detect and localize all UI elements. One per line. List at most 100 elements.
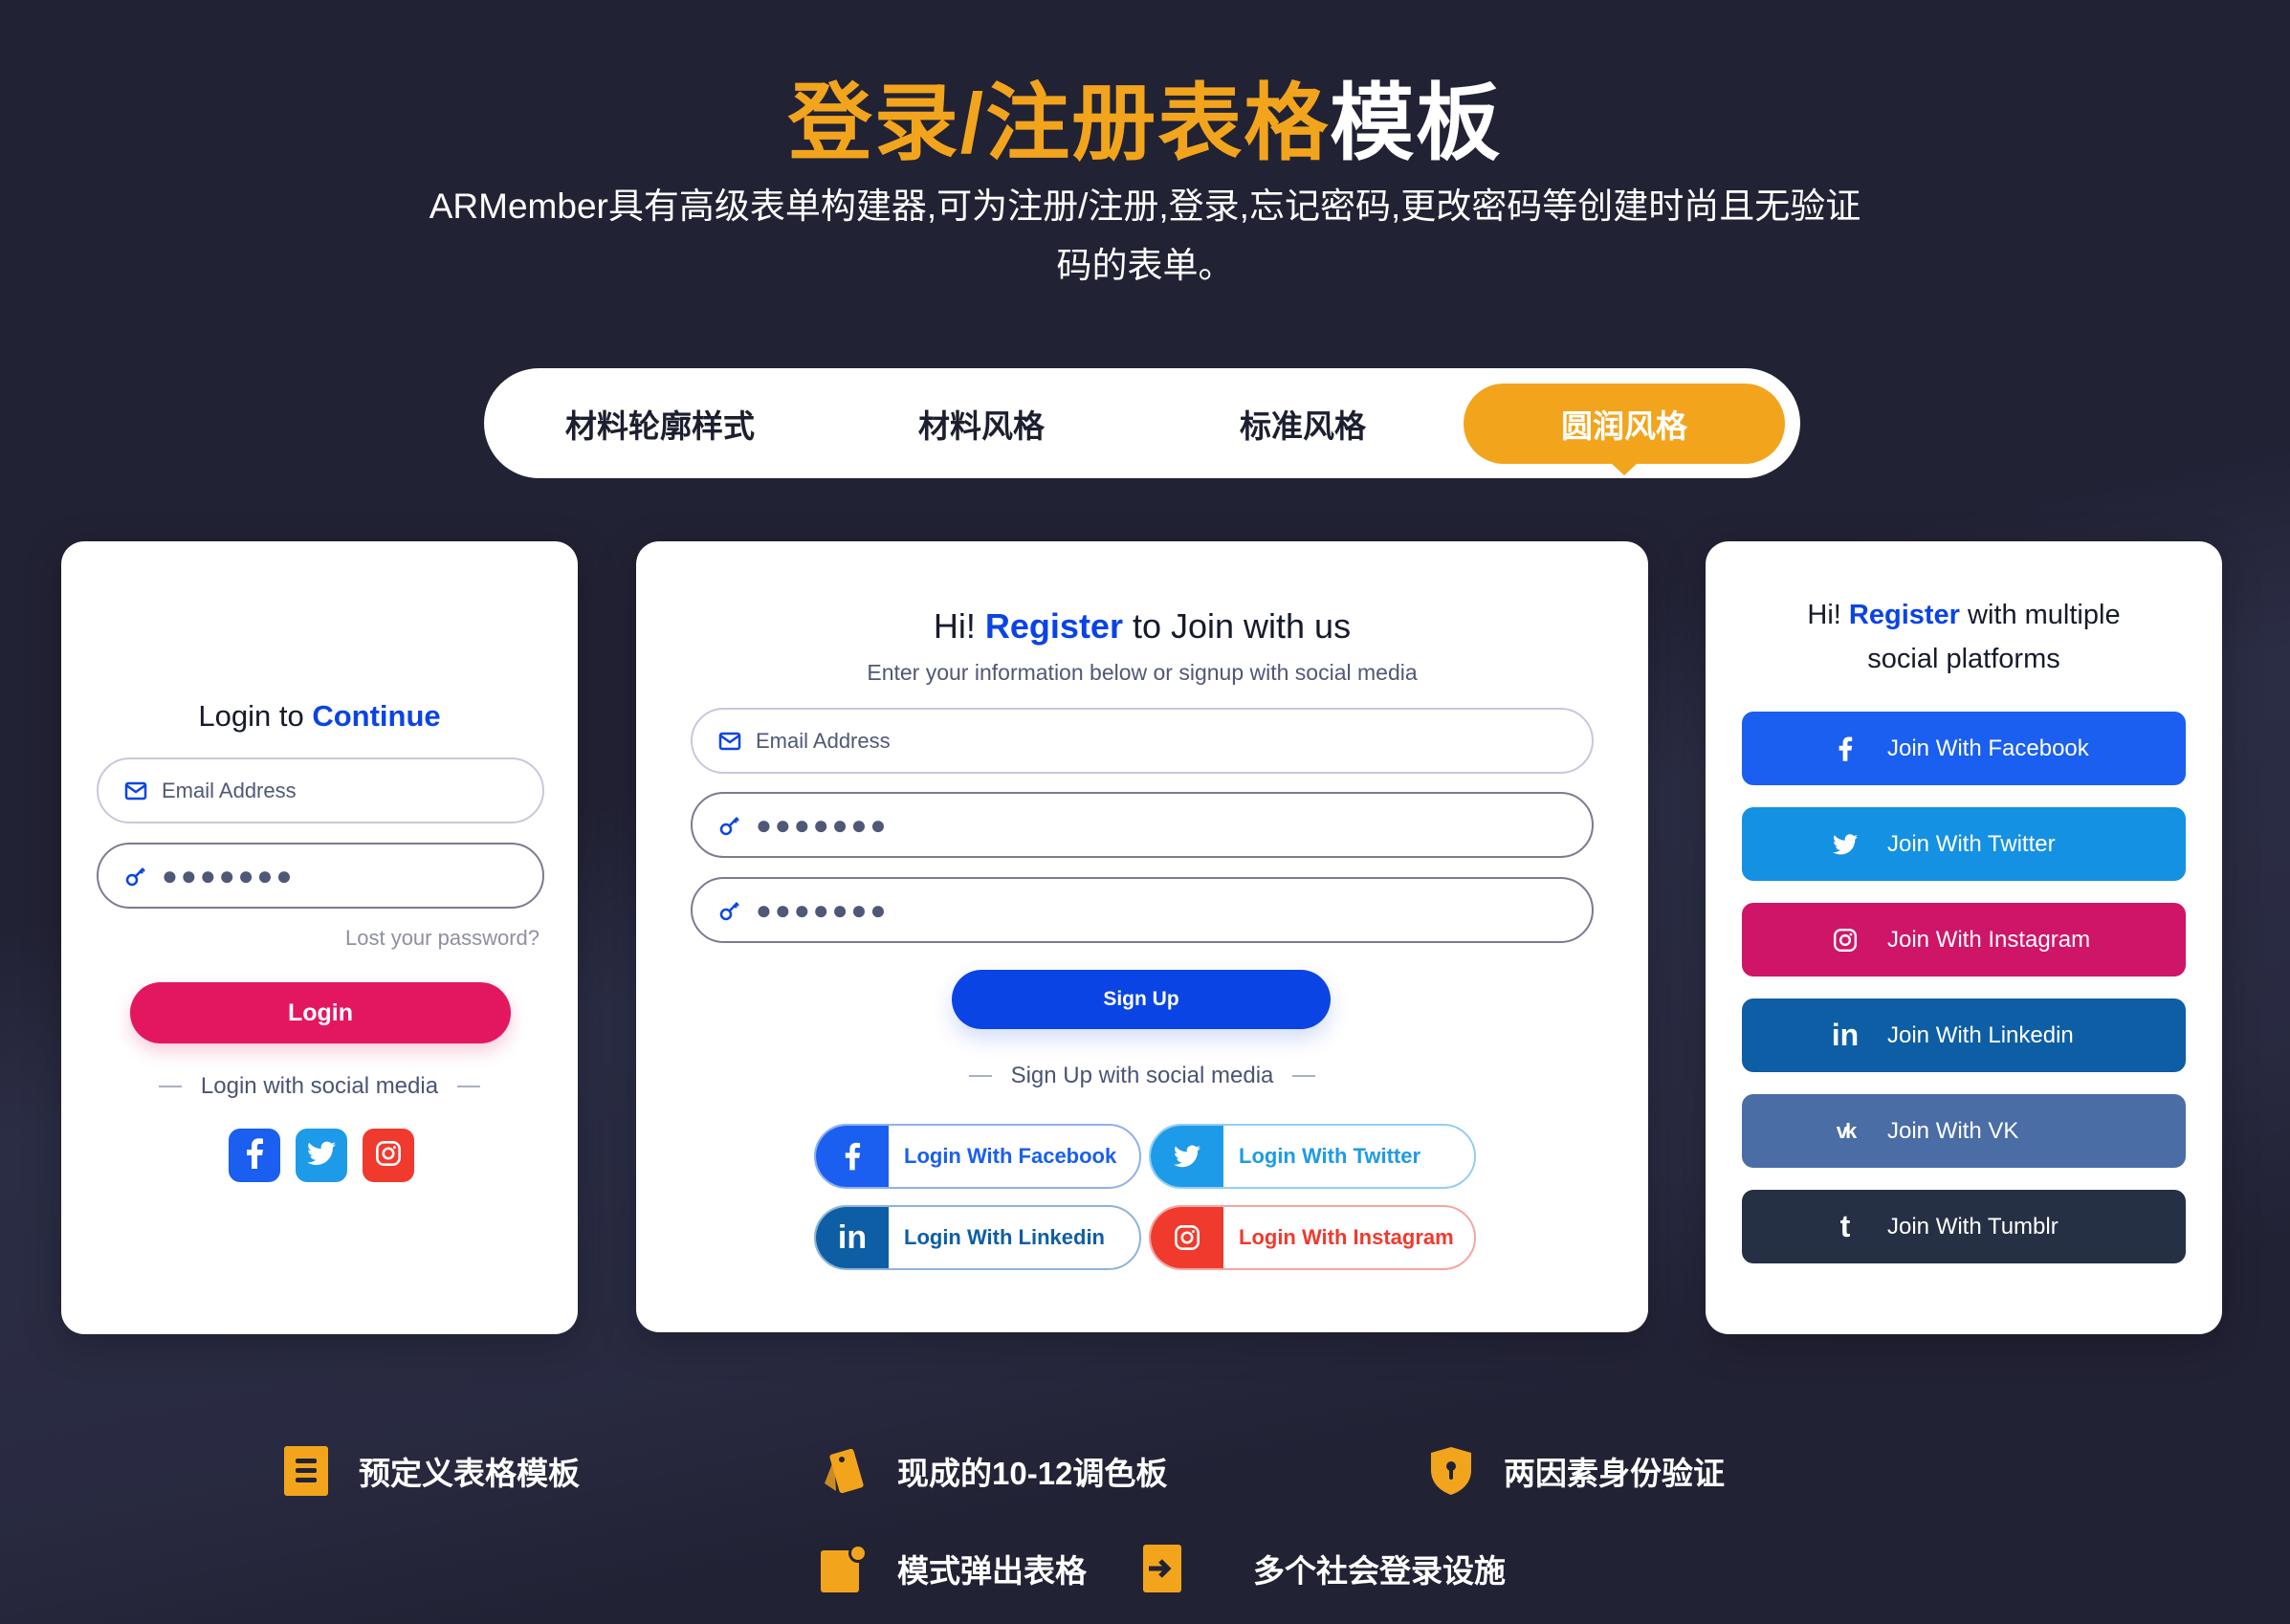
- feature-predefined-templates: 预定义表格模板: [282, 1444, 580, 1498]
- login-with-twitter-button[interactable]: Login With Twitter: [1149, 1124, 1476, 1189]
- facebook-icon: [816, 1126, 889, 1187]
- twitter-icon: [1151, 1126, 1223, 1187]
- linkedin-icon: in: [1831, 1018, 1860, 1052]
- instagram-icon: [1826, 928, 1864, 953]
- login-heading: Login to Continue: [61, 699, 578, 734]
- social-heading-highlight: Register: [1848, 600, 1960, 630]
- login-with-linkedin-button[interactable]: in Login With Linkedin: [814, 1205, 1141, 1270]
- login-with-facebook-label: Login With Facebook: [904, 1144, 1117, 1168]
- join-with-tumblr-button[interactable]: t Join With Tumblr: [1742, 1190, 2186, 1263]
- join-with-instagram-button[interactable]: Join With Instagram: [1742, 903, 2186, 977]
- key-icon: [123, 864, 148, 889]
- facebook-login-button[interactable]: [229, 1129, 280, 1182]
- join-with-facebook-button[interactable]: Join With Facebook: [1742, 712, 2186, 785]
- login-social-divider-text: Login with social media: [200, 1073, 439, 1099]
- feature-label: 多个社会登录设施: [1253, 1553, 1506, 1589]
- divider-line: [968, 1075, 992, 1077]
- twitter-login-button[interactable]: [296, 1129, 347, 1182]
- login-with-facebook-button[interactable]: Login With Facebook: [814, 1124, 1141, 1189]
- tab-material[interactable]: 材料风格: [821, 384, 1142, 464]
- signup-button[interactable]: Sign Up: [952, 970, 1331, 1029]
- login-with-instagram-label: Login With Instagram: [1239, 1225, 1454, 1249]
- shield-lock-icon: [1427, 1444, 1475, 1498]
- linkedin-icon: in: [816, 1207, 889, 1268]
- key-icon: [717, 813, 742, 838]
- signup-social-divider-text: Sign Up with social media: [1010, 1063, 1274, 1088]
- feature-social-login: 多个社会登录设施: [1138, 1542, 1506, 1595]
- facebook-icon: [245, 1137, 264, 1174]
- login-card: Login to Continue Email Address ●●●●●●● …: [61, 541, 578, 1334]
- login-with-linkedin-label: Login With Linkedin: [904, 1225, 1105, 1249]
- join-with-tumblr-label: Join With Tumblr: [1887, 1213, 2059, 1240]
- social-heading-suffix: with multiple: [1959, 600, 2121, 630]
- login-button[interactable]: Login: [130, 982, 511, 1043]
- social-register-card: Hi! Register with multiple social platfo…: [1706, 541, 2222, 1334]
- instagram-icon: [1151, 1207, 1223, 1268]
- mail-icon: [717, 729, 742, 754]
- style-tabs: 材料轮廓样式 材料风格 标准风格 圆润风格: [484, 368, 1800, 478]
- password-value: ●●●●●●●: [162, 860, 296, 890]
- social-heading-prefix: Hi!: [1807, 600, 1849, 630]
- divider-line: [457, 1086, 481, 1087]
- page-title-rest: 模板: [1330, 76, 1503, 170]
- join-with-linkedin-button[interactable]: in Join With Linkedin: [1742, 999, 2186, 1072]
- register-password-field[interactable]: ●●●●●●●: [691, 792, 1594, 858]
- page-title: 登录/注册表格模板: [0, 55, 2290, 177]
- color-palette-icon: [821, 1444, 869, 1498]
- register-password-value: ●●●●●●●: [756, 809, 890, 840]
- feature-label: 两因素身份验证: [1504, 1456, 1725, 1491]
- register-heading: Hi! Register to Join with us: [636, 606, 1648, 647]
- social-heading-line2: social platforms: [1867, 644, 2060, 674]
- email-field[interactable]: Email Address: [97, 757, 544, 823]
- join-with-twitter-button[interactable]: Join With Twitter: [1742, 807, 2186, 881]
- register-subheading: Enter your information below or signup w…: [867, 660, 1418, 685]
- document-list-icon: [282, 1444, 330, 1498]
- join-with-twitter-label: Join With Twitter: [1887, 830, 2056, 857]
- join-with-vk-button[interactable]: vk Join With VK: [1742, 1094, 2186, 1168]
- join-with-vk-label: Join With VK: [1887, 1117, 2019, 1144]
- signup-social-divider: Sign Up with social media: [636, 1063, 1648, 1089]
- instagram-icon: [375, 1140, 402, 1172]
- twitter-icon: [1826, 833, 1864, 855]
- login-heading-highlight: Continue: [312, 699, 441, 733]
- register-email-placeholder: Email Address: [756, 728, 891, 753]
- tab-rounded[interactable]: 圆润风格: [1464, 383, 1785, 475]
- login-arrow-icon: [1138, 1542, 1186, 1595]
- password-field[interactable]: ●●●●●●●: [97, 843, 544, 909]
- mail-icon: [123, 779, 148, 803]
- register-heading-highlight: Register: [984, 606, 1123, 646]
- register-heading-suffix: to Join with us: [1122, 606, 1352, 646]
- page-subtitle: ARMember具有高级表单构建器,可为注册/注册,登录,忘记密码,更改密码等创…: [429, 187, 1861, 285]
- key-icon: [717, 898, 742, 923]
- join-with-facebook-label: Join With Facebook: [1887, 735, 2089, 761]
- divider-line: [1292, 1075, 1316, 1077]
- lost-password-link[interactable]: Lost your password?: [345, 926, 539, 951]
- feature-color-palettes: 现成的10-12调色板: [821, 1444, 1167, 1498]
- register-card: Hi! Register to Join with us Enter your …: [636, 541, 1648, 1332]
- join-with-instagram-label: Join With Instagram: [1887, 926, 2091, 953]
- join-with-linkedin-label: Join With Linkedin: [1887, 1021, 2074, 1048]
- login-with-twitter-label: Login With Twitter: [1239, 1144, 1421, 1168]
- feature-label: 现成的10-12调色板: [897, 1456, 1168, 1491]
- facebook-icon: [1826, 735, 1864, 762]
- instagram-login-button[interactable]: [363, 1129, 414, 1182]
- feature-modal-popup-forms: 模式弹出表格: [821, 1542, 1087, 1595]
- page-title-accent: 登录/注册表格: [787, 76, 1331, 170]
- login-heading-prefix: Login to: [198, 699, 313, 733]
- feature-label: 模式弹出表格: [897, 1553, 1087, 1589]
- feature-two-factor-auth: 两因素身份验证: [1427, 1444, 1725, 1498]
- login-with-instagram-button[interactable]: Login With Instagram: [1149, 1205, 1476, 1270]
- tab-standard[interactable]: 标准风格: [1142, 384, 1464, 464]
- popup-form-icon: [821, 1542, 869, 1595]
- login-social-divider: Login with social media: [61, 1073, 578, 1100]
- email-placeholder: Email Address: [162, 778, 297, 802]
- register-confirm-password-value: ●●●●●●●: [756, 894, 890, 925]
- twitter-icon: [307, 1141, 336, 1171]
- social-register-heading: Hi! Register with multiple social platfo…: [1706, 593, 2222, 681]
- vk-icon: vk: [1836, 1118, 1858, 1143]
- register-email-field[interactable]: Email Address: [691, 708, 1594, 774]
- register-confirm-password-field[interactable]: ●●●●●●●: [691, 877, 1594, 943]
- tab-material-outline[interactable]: 材料轮廓样式: [499, 384, 821, 464]
- register-heading-prefix: Hi!: [933, 606, 985, 646]
- tumblr-icon: t: [1839, 1209, 1851, 1243]
